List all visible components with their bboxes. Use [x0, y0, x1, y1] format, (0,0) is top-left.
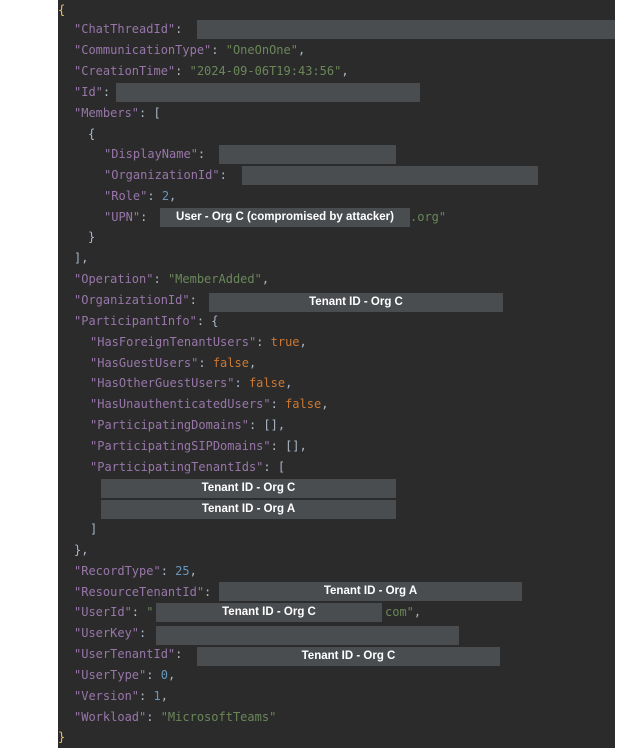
line-creation-time: "CreationTime": "2024-09-06T19:43:56", — [74, 64, 349, 78]
line-workload: "Workload": "MicrosoftTeams" — [74, 710, 277, 724]
line-user-key: "UserKey": — [74, 626, 154, 640]
line-user-tenant: "UserTenantId": — [74, 647, 190, 661]
line-has-other-guest: "HasOtherGuestUsers": false, — [90, 376, 293, 390]
line-member-open: { — [88, 127, 96, 141]
redaction-user-key — [156, 626, 459, 645]
line-members: "Members": [ — [74, 106, 161, 120]
redaction-id — [116, 83, 420, 102]
redaction-display-name — [219, 145, 396, 164]
line-has-unauth: "HasUnauthenticatedUsers": false, — [90, 397, 329, 411]
line-member-close: } — [88, 230, 96, 244]
line-participating-tenants: "ParticipatingTenantIds": [ — [90, 460, 286, 474]
json-editor-panel: { "ChatThreadId": "CommunicationType": "… — [58, 0, 615, 748]
redaction-resource-tenant-label: Tenant ID - Org A — [219, 582, 522, 601]
line-close-brace: } — [58, 730, 66, 744]
line-chat-thread-id: "ChatThreadId": — [74, 22, 190, 36]
redaction-upn-label: User - Org C (compromised by attacker) — [160, 208, 410, 227]
line-user-type: "UserType": 0, — [74, 668, 176, 682]
redaction-participating-tenant-2: Tenant ID - Org A — [101, 500, 396, 519]
line-resource-tenant: "ResourceTenantId": — [74, 585, 212, 599]
line-version: "Version": 1, — [74, 689, 168, 703]
line-participating-tenants-close: ] — [90, 522, 98, 536]
line-role: "Role": 2, — [104, 189, 177, 203]
line-upn: "UPN": — [104, 210, 155, 224]
line-open-brace: { — [58, 3, 66, 17]
redaction-user-tenant-label: Tenant ID - Org C — [197, 647, 500, 666]
line-display-name: "DisplayName": — [104, 147, 213, 161]
line-operation: "Operation": "MemberAdded", — [74, 272, 270, 286]
line-id: "Id": — [74, 85, 118, 99]
line-members-close: ], — [74, 251, 89, 265]
line-member-org-id: "OrganizationId": — [104, 168, 235, 182]
redaction-user-id-label: Tenant ID - Org C — [156, 603, 382, 622]
line-participant-info-close: }, — [74, 543, 89, 557]
line-user-id: "UserId": " — [74, 605, 154, 619]
line-record-type: "RecordType": 25, — [74, 564, 197, 578]
line-participant-info: "ParticipantInfo": { — [74, 314, 219, 328]
redaction-participating-tenant-1: Tenant ID - Org C — [101, 479, 396, 498]
line-participating-domains: "ParticipatingDomains": [], — [90, 418, 286, 432]
redaction-organization-id-label: Tenant ID - Org C — [209, 293, 503, 312]
line-participating-sip: "ParticipatingSIPDomains": [], — [90, 439, 307, 453]
redaction-chat-thread-id — [197, 20, 615, 39]
line-organization-id: "OrganizationId": — [74, 293, 205, 307]
line-has-guest: "HasGuestUsers": false, — [90, 356, 257, 370]
upn-suffix: .org" — [410, 210, 447, 224]
redaction-member-org-id — [242, 166, 538, 185]
line-has-foreign: "HasForeignTenantUsers": true, — [90, 335, 307, 349]
user-id-suffix: com", — [385, 605, 422, 619]
line-communication-type: "CommunicationType": "OneOnOne", — [74, 43, 306, 57]
